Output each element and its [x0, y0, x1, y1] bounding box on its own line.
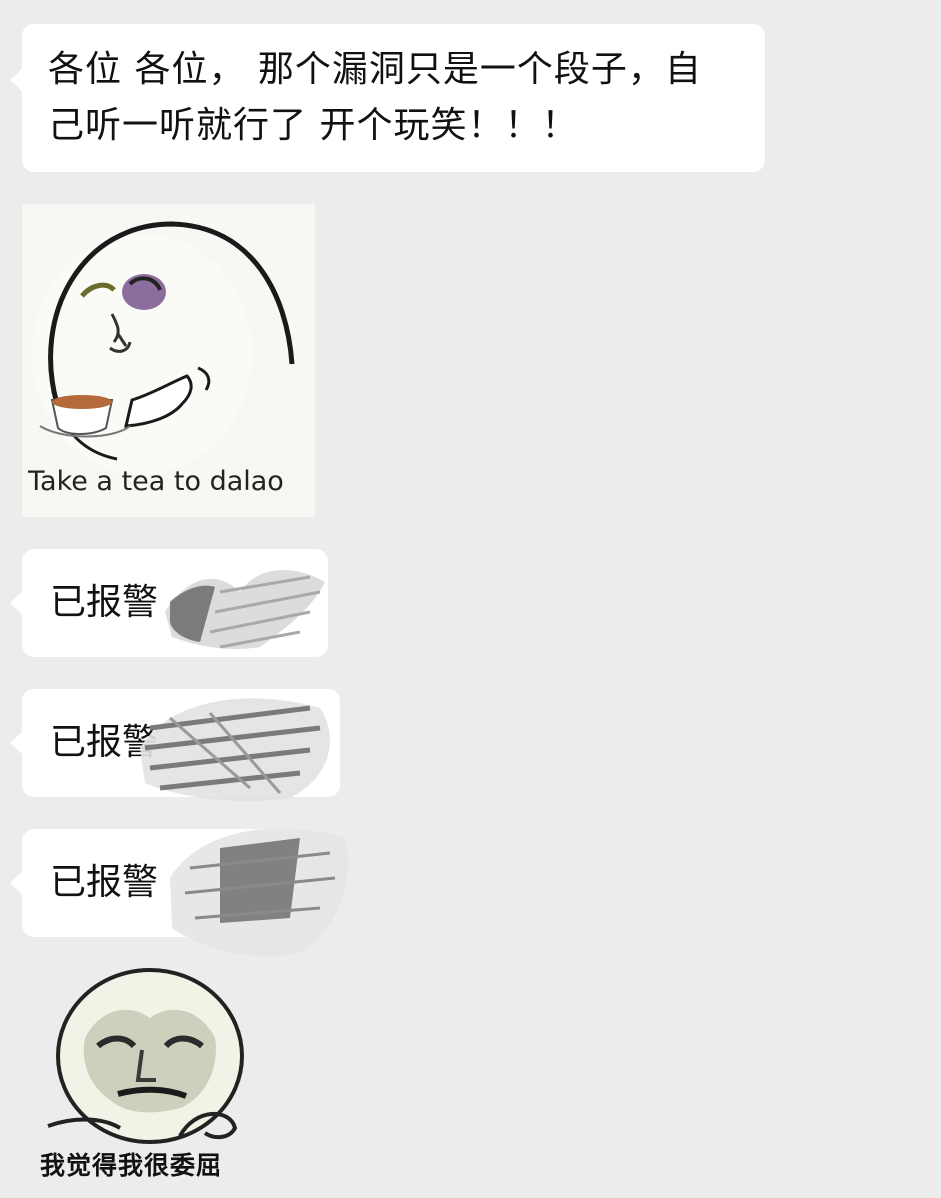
message-bubble-joke[interactable]: 各位 各位， 那个漏洞只是一个段子，自 己听一听就行了 开个玩笑！！！: [10, 24, 765, 172]
sticker-tea-dalao[interactable]: Take a tea to dalao: [22, 204, 315, 517]
message-bubble-reported-3[interactable]: 已报警: [10, 829, 312, 937]
sticker-caption: Take a tea to dalao: [28, 466, 284, 497]
message-text: 已报警: [50, 722, 159, 763]
sticker-aggrieved[interactable]: 我觉得我很委屈: [30, 968, 270, 1188]
message-text: 已报警: [50, 862, 159, 903]
aggrieved-face-illustration: [47, 968, 244, 1144]
message-text-line2: 己听一听就行了 开个玩笑！！！: [48, 105, 579, 146]
sticker-caption: 我觉得我很委屈: [40, 1151, 223, 1180]
chat-thread: 各位 各位， 那个漏洞只是一个段子，自 己听一听就行了 开个玩笑！！！ Take…: [0, 0, 941, 1198]
message-text-line1: 各位 各位， 那个漏洞只是一个段子，自: [48, 49, 702, 90]
message-bubble-reported-1[interactable]: 已报警: [10, 549, 328, 657]
message-text: 已报警: [50, 582, 159, 623]
message-bubble-reported-2[interactable]: 已报警: [10, 689, 340, 797]
